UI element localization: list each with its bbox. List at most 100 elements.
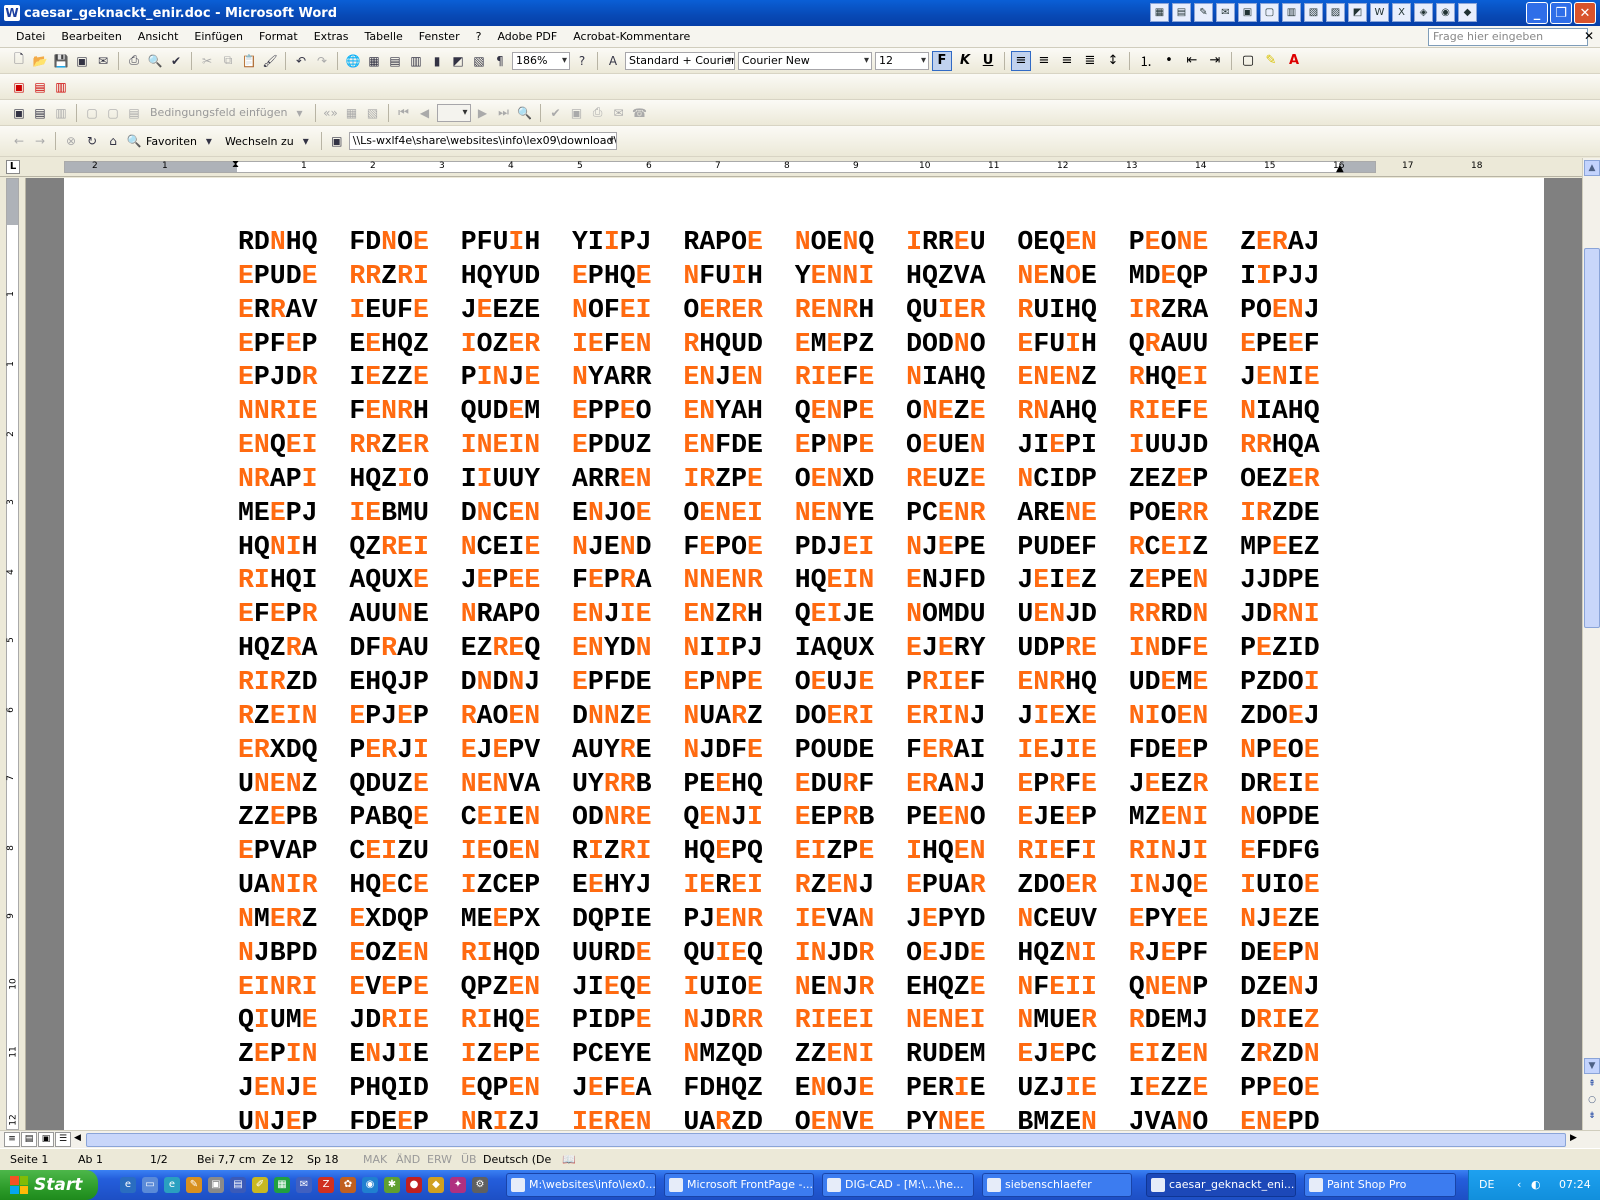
close-document-icon[interactable]: ✕ (1584, 29, 1594, 43)
first-record-icon[interactable]: ⏮ (395, 104, 413, 122)
previous-record-icon[interactable]: ◀ (416, 104, 434, 122)
scroll-right-icon[interactable]: ▶ (1570, 1133, 1577, 1143)
show-only-web-toolbar-icon[interactable]: ▣ (328, 132, 346, 150)
check-errors-icon[interactable]: ✔ (547, 104, 565, 122)
tray-app-icon[interactable]: ◐ (1531, 1178, 1541, 1191)
quicklaunch-app-icon[interactable]: ✦ (450, 1177, 466, 1193)
task-frontpage[interactable]: Microsoft FrontPage -... (664, 1173, 814, 1197)
pdf-email-icon[interactable]: ▤ (31, 78, 49, 96)
bullets-icon[interactable]: • (1159, 51, 1179, 71)
italic-button[interactable]: K (955, 51, 975, 71)
goto-menu[interactable]: Wechseln zu (225, 135, 294, 148)
menu-tabelle[interactable]: Tabelle (357, 30, 411, 43)
word-app-icon[interactable]: W (4, 5, 20, 21)
task-word-document[interactable]: caesar_geknackt_eni... (1146, 1173, 1296, 1197)
menu-format[interactable]: Format (251, 30, 306, 43)
stop-icon[interactable]: ⊗ (62, 132, 80, 150)
align-center-icon[interactable]: ≡ (1034, 51, 1054, 71)
quicklaunch-app-icon[interactable]: ◉ (362, 1177, 378, 1193)
style-select[interactable]: Standard + Courier (625, 51, 735, 70)
save-icon[interactable]: 💾 (52, 52, 70, 70)
columns-icon[interactable]: ▮ (428, 52, 446, 70)
merge-fields-icon[interactable]: «» (322, 104, 340, 122)
email-icon[interactable]: ✉ (94, 52, 112, 70)
cut-icon[interactable]: ✂ (198, 52, 216, 70)
highlight-fields-icon[interactable]: ▦ (343, 104, 361, 122)
conditional-field-select[interactable]: Bedingungsfeld einfügen (150, 106, 288, 119)
font-color-icon[interactable]: A (1284, 51, 1304, 71)
clock[interactable]: 07:24 (1559, 1178, 1591, 1191)
quicklaunch-app-icon[interactable]: ⚙ (472, 1177, 488, 1193)
quicklaunch-app-icon[interactable]: ▤ (230, 1177, 246, 1193)
toolbar-icon[interactable]: ◉ (1436, 3, 1455, 22)
menu-bearbeiten[interactable]: Bearbeiten (53, 30, 129, 43)
vertical-ruler[interactable]: 1 1 2 3 4 5 6 7 8 9 10 11 12 (0, 178, 26, 1130)
restore-button[interactable]: ❐ (1550, 2, 1572, 24)
hyperlink-icon[interactable]: 🌐 (344, 52, 362, 70)
merge-to-document-icon[interactable]: ▣ (568, 104, 586, 122)
font-size-select[interactable]: 12 (875, 51, 929, 70)
convert-to-pdf-icon[interactable]: ▣ (10, 78, 28, 96)
underline-button[interactable]: U (978, 51, 998, 71)
toolbar-icon[interactable]: ▢ (1260, 3, 1279, 22)
back-icon[interactable]: ← (10, 132, 28, 150)
task-siebenschlaefer[interactable]: siebenschlaefer (982, 1173, 1132, 1197)
search-web-icon[interactable]: 🔍 (125, 132, 143, 150)
forward-icon[interactable]: → (31, 132, 49, 150)
quicklaunch-app-icon[interactable]: ✱ (384, 1177, 400, 1193)
status-language[interactable]: Deutsch (De (483, 1153, 551, 1166)
toolbar-icon[interactable]: X (1392, 3, 1411, 22)
left-indent-marker[interactable]: ⧗ (232, 159, 239, 170)
spelling-status-icon[interactable]: 📖 (562, 1153, 576, 1166)
task-digcad[interactable]: DIG-CAD - [M:\...\he... (822, 1173, 974, 1197)
insert-fields-icon[interactable]: ▤ (125, 104, 143, 122)
zoom-select[interactable]: 186% (512, 51, 570, 70)
insert-greeting-icon[interactable]: ▢ (104, 104, 122, 122)
toolbar-icon[interactable]: ◩ (1348, 3, 1367, 22)
scroll-left-icon[interactable]: ◀ (74, 1133, 81, 1143)
borders-icon[interactable]: ▢ (1238, 51, 1258, 71)
menu-fenster[interactable]: Fenster (411, 30, 468, 43)
main-document-icon[interactable]: ▣ (10, 104, 28, 122)
menu-extras[interactable]: Extras (306, 30, 357, 43)
browse-object-icon[interactable]: ○ (1584, 1092, 1600, 1108)
paste-icon[interactable]: 📋 (240, 52, 258, 70)
match-fields-icon[interactable]: ▧ (364, 104, 382, 122)
undo-icon[interactable]: ↶ (292, 52, 310, 70)
quicklaunch-app-icon[interactable]: ✐ (252, 1177, 268, 1193)
menu-acrobat-kommentare[interactable]: Acrobat-Kommentare (565, 30, 698, 43)
favorites-menu[interactable]: Favoriten (146, 135, 197, 148)
menu-einfuegen[interactable]: Einfügen (186, 30, 251, 43)
menu-datei[interactable]: Datei (8, 30, 53, 43)
toolbar-icon[interactable]: ▤ (1172, 3, 1191, 22)
format-painter-icon[interactable]: 🖌 (261, 52, 279, 70)
quicklaunch-ie-icon[interactable]: e (120, 1177, 136, 1193)
toolbar-icon[interactable]: ◆ (1458, 3, 1477, 22)
find-entry-icon[interactable]: 🔍 (516, 104, 534, 122)
toolbar-icon[interactable]: ▥ (1282, 3, 1301, 22)
open-datasource-icon[interactable]: ▤ (31, 104, 49, 122)
tray-arrow-icon[interactable]: ‹ (1517, 1178, 1521, 1191)
task-paint-shop-pro[interactable]: Paint Shop Pro (1304, 1173, 1456, 1197)
toolbar-icon[interactable]: ◈ (1414, 3, 1433, 22)
record-number-input[interactable] (436, 103, 471, 122)
language-indicator[interactable]: DE (1479, 1178, 1494, 1191)
tables-borders-icon[interactable]: ▦ (365, 52, 383, 70)
quicklaunch-filezilla-icon[interactable]: Z (318, 1177, 334, 1193)
status-macro[interactable]: MAK (363, 1153, 387, 1166)
help-icon[interactable]: ? (573, 52, 591, 70)
next-page-icon[interactable]: ⇟ (1584, 1108, 1600, 1124)
address-input[interactable]: \\Ls-wxlf4e\share\websites\info\lex09\do… (348, 132, 617, 150)
previous-page-icon[interactable]: ⇞ (1584, 1076, 1600, 1092)
status-extend[interactable]: ERW (427, 1153, 452, 1166)
right-indent-marker[interactable]: ▲ (1336, 163, 1344, 174)
start-button[interactable]: Start (0, 1170, 98, 1200)
permission-icon[interactable]: ▣ (73, 52, 91, 70)
status-track-changes[interactable]: ÄND (396, 1153, 420, 1166)
align-left-icon[interactable]: ≡ (1011, 50, 1031, 71)
cipher-text[interactable]: RDNHQ FDNOE PFUIH YIIPJ RAPOE NOENQ IRRE… (238, 226, 1320, 1130)
vertical-scrollbar[interactable]: ▲ ▼ ⇞ ○ ⇟ (1582, 158, 1600, 1130)
home-icon[interactable]: ⌂ (104, 132, 122, 150)
highlight-icon[interactable]: ✎ (1261, 51, 1281, 71)
toolbar-icon[interactable]: ▦ (1150, 3, 1169, 22)
